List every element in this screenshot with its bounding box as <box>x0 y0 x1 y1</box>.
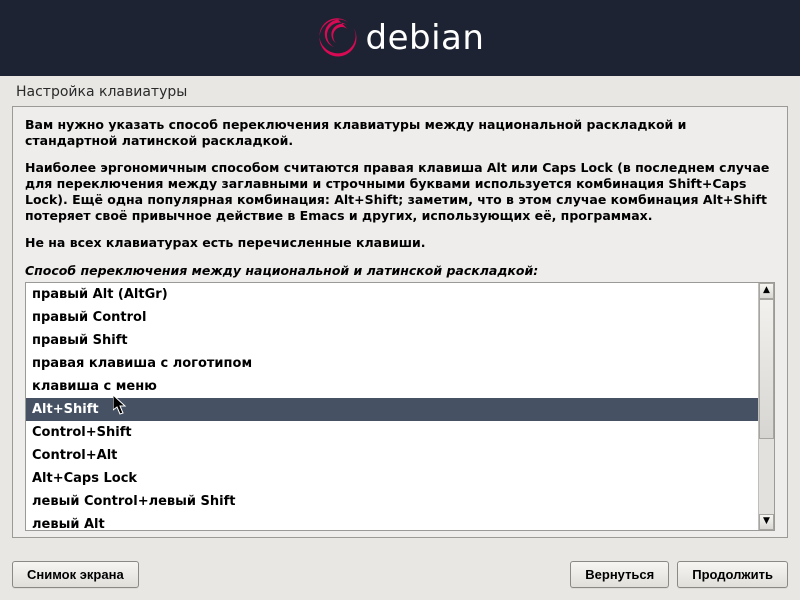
list-item[interactable]: Control+Alt <box>26 444 758 467</box>
list-item[interactable]: правый Alt (AltGr) <box>26 283 758 306</box>
instructions-p1: Вам нужно указать способ переключения кл… <box>25 117 686 148</box>
options-list[interactable]: правый Alt (AltGr)правый Controlправый S… <box>26 283 758 530</box>
instructions-text: Вам нужно указать способ переключения кл… <box>25 117 775 261</box>
main-panel: Вам нужно указать способ переключения кл… <box>12 106 788 538</box>
list-item[interactable]: Alt+Caps Lock <box>26 467 758 490</box>
list-item[interactable]: левый Alt <box>26 513 758 530</box>
instructions-p3: Не на всех клавиатурах есть перечисленны… <box>25 235 426 250</box>
continue-button[interactable]: Продолжить <box>677 561 788 588</box>
back-button[interactable]: Вернуться <box>570 561 669 588</box>
list-item[interactable]: Control+Shift <box>26 421 758 444</box>
scroll-down-button[interactable]: ▼ <box>759 514 774 530</box>
list-item[interactable]: правая клавиша с логотипом <box>26 352 758 375</box>
options-list-wrap: правый Alt (AltGr)правый Controlправый S… <box>25 282 775 531</box>
installer-header: debian <box>0 0 800 76</box>
scroll-up-button[interactable]: ▲ <box>759 283 774 299</box>
list-item[interactable]: правый Shift <box>26 329 758 352</box>
page-title: Настройка клавиатуры <box>16 84 784 100</box>
debian-logo: debian <box>316 16 485 60</box>
instructions-p2: Наиболее эргономичным способом считаются… <box>25 160 769 224</box>
list-item[interactable]: левый Control+левый Shift <box>26 490 758 513</box>
debian-logo-text: debian <box>366 18 485 58</box>
prompt-label: Способ переключения между национальной и… <box>25 263 775 278</box>
list-item[interactable]: правый Control <box>26 306 758 329</box>
scrollbar[interactable]: ▲ ▼ <box>758 283 774 530</box>
debian-swirl-icon <box>316 16 360 60</box>
list-item[interactable]: Alt+Shift <box>26 398 758 421</box>
list-item[interactable]: клавиша с меню <box>26 375 758 398</box>
footer-bar: Снимок экрана Вернуться Продолжить <box>0 551 800 600</box>
scroll-thumb[interactable] <box>759 299 774 439</box>
screenshot-button[interactable]: Снимок экрана <box>12 561 139 588</box>
